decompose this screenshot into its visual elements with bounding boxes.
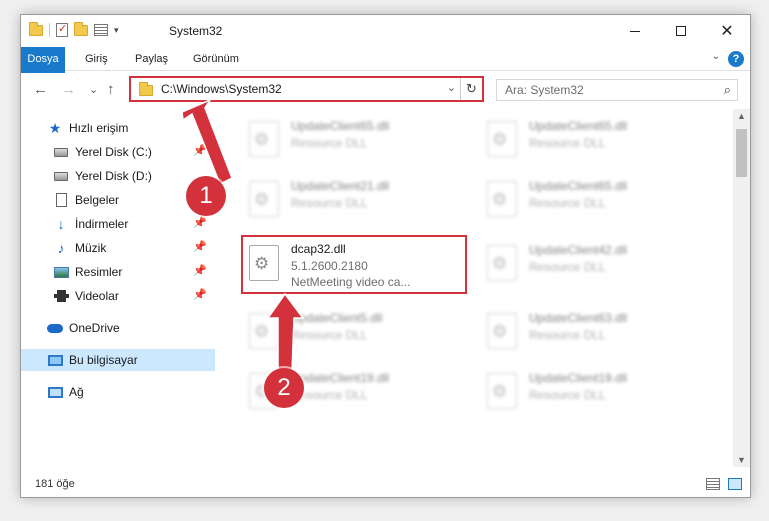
annotation-arrows <box>181 98 305 373</box>
arrow-to-dll-file <box>266 292 305 373</box>
step-badge-1: 1 <box>186 176 226 216</box>
arrow-to-address-bar <box>181 98 233 186</box>
step-badge-2: 2 <box>264 368 304 408</box>
